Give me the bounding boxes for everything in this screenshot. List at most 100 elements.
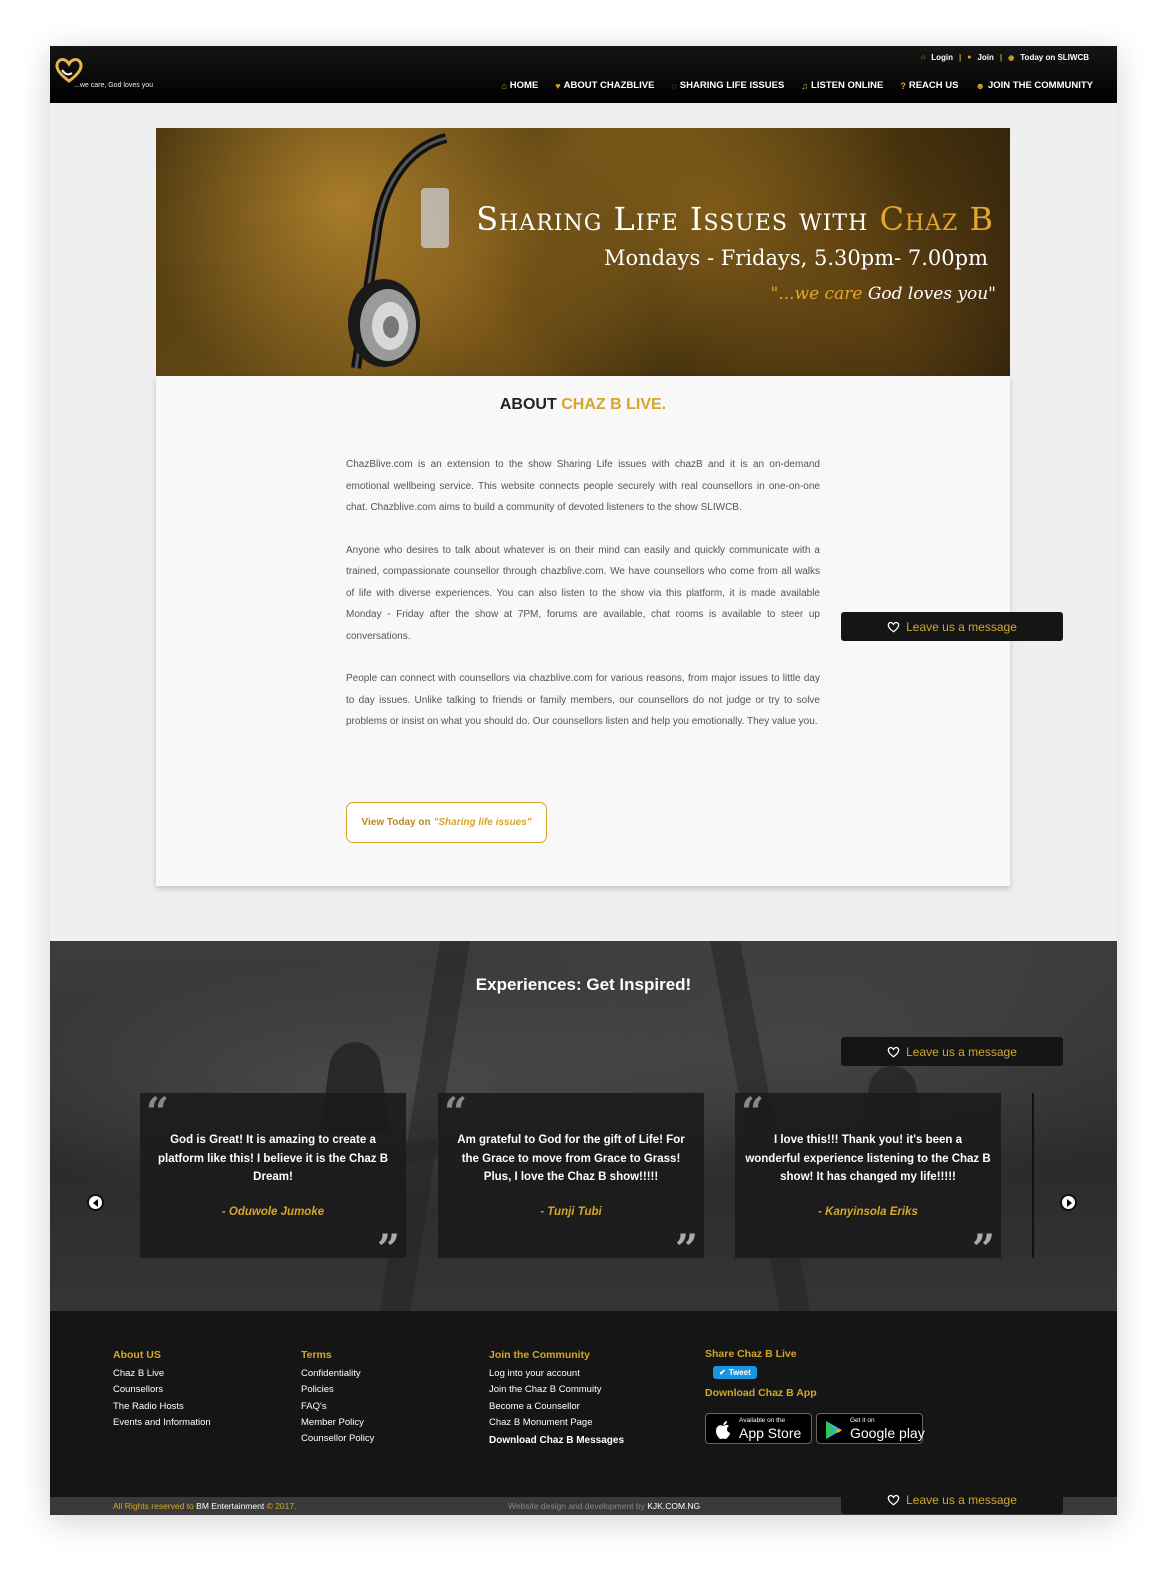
next-card-edge: [1032, 1093, 1034, 1258]
banner-title-highlight: Chaz B: [879, 200, 994, 238]
separator: |: [999, 53, 1003, 62]
footer-link[interactable]: Chaz B Monument Page: [489, 1415, 624, 1431]
leave-message-button[interactable]: Leave us a message: [841, 1485, 1063, 1514]
join-link[interactable]: Join: [977, 53, 993, 62]
footer-link[interactable]: Log into your account: [489, 1366, 624, 1382]
arrow-left-icon: [92, 1198, 98, 1207]
site-footer: About US Chaz B Live Counsellors The Rad…: [50, 1311, 1117, 1497]
footer-link[interactable]: Counsellor Policy: [301, 1431, 374, 1447]
today-link[interactable]: Today on SLIWCB: [1020, 53, 1089, 62]
main-nav: ⌂ HOME ♥ ABOUT CHAZBLIVE ◌ SHARING LIFE ISS…: [501, 80, 1093, 91]
testimonial-card: “ God is Great! It is amazing to create …: [140, 1089, 406, 1270]
question-icon: ?: [900, 80, 906, 91]
footer-share-column: Share Chaz B Live ✔ Tweet Download Chaz …: [705, 1348, 925, 1444]
experiences-section: Experiences: Get Inspired! “ God is Grea…: [50, 941, 1117, 1311]
headphones-icon: ♫: [801, 80, 809, 91]
testimonial-text: Am grateful to God for the gift of Life!…: [457, 1134, 685, 1183]
heart-icon: ♥: [555, 80, 561, 91]
logo-tagline: ...we care, God loves you: [74, 82, 153, 89]
quote-close-icon: ”: [971, 1226, 995, 1273]
group-icon: ☻: [975, 80, 985, 91]
company-link[interactable]: BM Entertainment: [196, 1501, 264, 1511]
banner-title: Sharing Life Issues with Chaz B: [476, 200, 994, 238]
top-links: ⌂ Login | ● Join | ◉ Today on SLIWCB: [921, 53, 1089, 62]
home-icon: ⌂: [501, 80, 507, 91]
google-play-badge[interactable]: Get it on Google play: [816, 1413, 925, 1444]
experiences-title: Experiences: Get Inspired!: [475, 975, 692, 994]
design-credit: Website design and development by KJK.CO…: [508, 1501, 701, 1511]
footer-link[interactable]: Chaz B Live: [113, 1366, 211, 1382]
google-play-icon: [826, 1421, 842, 1439]
carousel-prev-button[interactable]: [87, 1194, 104, 1211]
quote-open-icon: “: [444, 1089, 468, 1136]
headphones-image: [348, 133, 449, 369]
footer-terms-column: Terms Confidentiality Policies FAQ's Mem…: [301, 1349, 374, 1447]
about-paragraph: Anyone who desires to talk about whateve…: [346, 544, 820, 642]
footer-link[interactable]: FAQ's: [301, 1399, 374, 1415]
testimonial-card: “ Am grateful to God for the gift of Lif…: [438, 1089, 704, 1270]
about-body: ChazBlive.com is an extension to the sho…: [346, 454, 820, 754]
arrow-right-icon: [1066, 1198, 1072, 1207]
footer-link[interactable]: Join the Chaz B Commuity: [489, 1382, 624, 1398]
heart-logo-icon: [887, 1046, 900, 1058]
quote-close-icon: ”: [376, 1226, 400, 1273]
home-small-icon: ⌂: [920, 54, 926, 61]
footer-link[interactable]: Events and Information: [113, 1415, 211, 1431]
testimonial-author: - Oduwole Jumoke: [221, 1206, 325, 1218]
about-paragraph: ChazBlive.com is an extension to the sho…: [346, 459, 820, 513]
store-badges: Available on the App Store Get it on Goo…: [705, 1413, 925, 1444]
view-today-button[interactable]: View Today on "Sharing life issues": [346, 802, 547, 843]
footer-heading: Share Chaz B Live: [705, 1348, 797, 1360]
separator: |: [958, 53, 962, 62]
quote-close-icon: ”: [674, 1226, 698, 1273]
footer-link[interactable]: Member Policy: [301, 1415, 374, 1431]
about-paragraph: People can connect with counsellors via …: [346, 673, 820, 727]
leave-message-button[interactable]: Leave us a message: [841, 1037, 1063, 1066]
download-messages-link[interactable]: Download Chaz B Messages: [489, 1435, 624, 1446]
logo-heart-icon[interactable]: [54, 56, 84, 84]
testimonial-text: I love this!!! Thank you! it's been a wo…: [745, 1134, 991, 1183]
footer-heading: About US: [113, 1349, 161, 1361]
leave-message-button[interactable]: Leave us a message: [841, 612, 1063, 641]
apple-icon: [716, 1421, 730, 1439]
banner-schedule: Mondays - Fridays, 5.30pm- 7.00pm: [604, 246, 988, 270]
nav-about[interactable]: ♥ ABOUT CHAZBLIVE: [555, 80, 654, 91]
quote-open-icon: “: [741, 1089, 765, 1136]
footer-heading: Terms: [301, 1349, 332, 1361]
nav-listen[interactable]: ♫ LISTEN ONLINE: [801, 80, 883, 91]
login-link[interactable]: Login: [931, 53, 953, 62]
carousel-next-button[interactable]: [1060, 1194, 1077, 1211]
footer-link[interactable]: Counsellors: [113, 1382, 211, 1398]
testimonial-card: “ I love this!!! Thank you! it's been a …: [735, 1089, 1001, 1270]
site-header: ...we care, God loves you ⌂ Login | ● Jo…: [50, 46, 1117, 103]
chat-small-icon: ◉: [1008, 54, 1015, 62]
user-icon: ●: [967, 54, 972, 61]
footer-link[interactable]: Policies: [301, 1382, 374, 1398]
app-store-badge[interactable]: Available on the App Store: [705, 1413, 812, 1444]
heart-logo-icon: [887, 1494, 900, 1506]
footer-about-column: About US Chaz B Live Counsellors The Rad…: [113, 1349, 211, 1431]
testimonial-author: - Tunji Tubi: [540, 1206, 602, 1218]
chat-icon: ◌: [671, 80, 677, 91]
about-title: ABOUT CHAZ B LIVE.: [499, 396, 667, 413]
twitter-bird-icon: ✔: [719, 1368, 726, 1377]
nav-reach[interactable]: ? REACH US: [900, 80, 958, 91]
footer-heading: Join the Community: [489, 1349, 590, 1361]
page-frame: ...we care, God loves you ⌂ Login | ● Jo…: [50, 46, 1117, 1515]
footer-link[interactable]: The Radio Hosts: [113, 1399, 211, 1415]
footer-heading: Download Chaz B App: [705, 1387, 817, 1399]
heart-logo-icon: [887, 621, 900, 633]
nav-home[interactable]: ⌂ HOME: [501, 80, 538, 91]
footer-link[interactable]: Confidentiality: [301, 1366, 374, 1382]
designer-link[interactable]: KJK.COM.NG: [647, 1501, 700, 1511]
tweet-button[interactable]: ✔ Tweet: [713, 1366, 757, 1379]
nav-community[interactable]: ☻ JOIN THE COMMUNITY: [975, 80, 1093, 91]
quote-open-icon: “: [146, 1089, 170, 1136]
footer-community-column: Join the Community Log into your account…: [489, 1349, 624, 1446]
nav-sharing[interactable]: ◌ SHARING LIFE ISSUES: [671, 80, 784, 91]
testimonial-author: - Kanyinsola Eriks: [818, 1206, 918, 1218]
hero-banner: Sharing Life Issues with Chaz B Mondays …: [156, 128, 1010, 376]
copyright-text: All Rights reserved to BM Entertainment …: [113, 1501, 297, 1511]
testimonial-text: God is Great! It is amazing to create a …: [157, 1134, 389, 1183]
footer-link[interactable]: Become a Counsellor: [489, 1399, 624, 1415]
